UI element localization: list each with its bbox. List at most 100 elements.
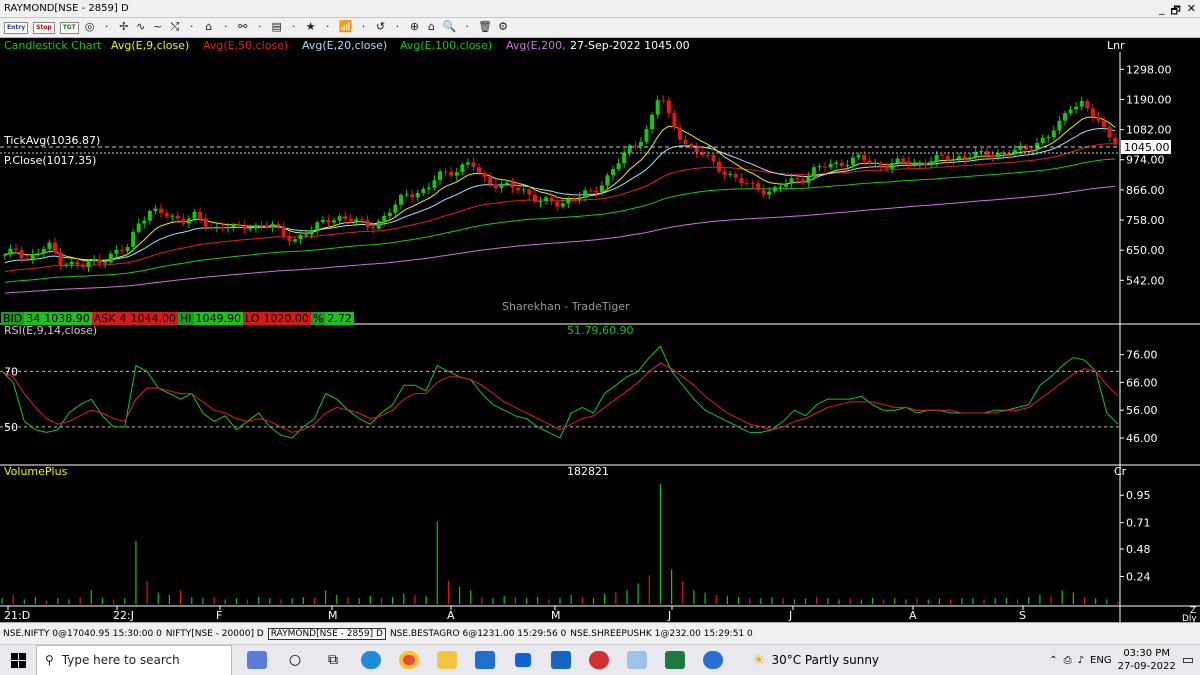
volume-axis-label: 0.24 <box>1126 571 1151 584</box>
zoom-icon[interactable]: ⊕ <box>408 20 420 35</box>
taskbar-clock[interactable]: 03:30 PM 27-09-2022 <box>1118 647 1176 673</box>
candle-body <box>856 154 861 158</box>
ma200-line <box>4 185 1116 294</box>
candle-body <box>53 242 58 253</box>
candle-body <box>348 218 353 222</box>
paint-icon[interactable] <box>618 645 656 675</box>
news-widget-icon[interactable] <box>238 645 276 675</box>
symbol-tab[interactable]: NIFTY[NSE - 20000] D <box>166 629 264 639</box>
drawing-curve-icon[interactable]: ~ <box>152 20 164 35</box>
target-order-button[interactable]: TGT <box>59 21 79 34</box>
candle-body <box>259 225 264 227</box>
candle-body <box>225 227 230 229</box>
candle-body <box>650 114 655 130</box>
date-price-readout: 27-Sep-2022 1045.00 <box>570 39 690 52</box>
language-indicator[interactable]: ENG <box>1090 655 1112 666</box>
chart-area[interactable]: 70 50 76.00 66.00 56.00 46.00 0.95 0.71 0.48 0.2… <box>0 38 1200 624</box>
shapes-icon[interactable]: ⌂ <box>203 20 215 35</box>
refresh-icon[interactable]: ↺ <box>374 20 386 35</box>
tray-network-icon[interactable]: ⎙ <box>1064 655 1072 666</box>
task-view-icon[interactable]: ⧉ <box>314 645 352 675</box>
x-axis-label: S <box>1019 609 1026 622</box>
indicator-icon[interactable]: 📶 <box>339 20 353 35</box>
chrome-icon[interactable] <box>390 645 428 675</box>
edge-icon[interactable] <box>352 645 390 675</box>
search-icon[interactable]: 🔍 <box>442 20 456 35</box>
candle-body <box>64 264 69 266</box>
tray-speaker-icon[interactable]: ♪ <box>1078 655 1084 666</box>
candle-body <box>1029 149 1034 151</box>
bid-label: BID <box>1 312 25 325</box>
delete-icon[interactable]: 🗑 <box>478 20 492 35</box>
weather-widget[interactable]: ☀ 30°C Partly sunny <box>752 651 879 669</box>
fibonacci-icon[interactable]: ⤭ <box>169 20 181 35</box>
stop-order-button[interactable]: Stop <box>33 21 55 34</box>
settings-icon[interactable]: ⚙ <box>497 20 509 35</box>
notifications-icon[interactable]: ▭ <box>1182 653 1194 668</box>
tick-avg-label: TickAvg(1036.87) <box>3 134 100 147</box>
toolbar-separator: · <box>189 20 194 33</box>
ma20-legend: Avg(E,20,close) <box>302 39 388 52</box>
candle-body <box>778 186 783 188</box>
candle-body <box>834 162 839 164</box>
candle-body <box>655 100 660 115</box>
candle-body <box>1035 142 1040 150</box>
candle-body <box>739 177 744 184</box>
symbol-tab[interactable]: NSE.SHREEPUSHK 1@232.00 15:29:51 0 <box>570 629 752 639</box>
candle-body <box>633 145 638 147</box>
app-s-icon[interactable] <box>542 645 580 675</box>
crosshair-icon[interactable]: ◎ <box>84 20 96 35</box>
help-icon[interactable] <box>694 645 732 675</box>
candle-body <box>404 194 409 196</box>
candle-body <box>493 184 498 189</box>
candle-body <box>510 182 515 188</box>
rsi-lines: 70 50 76.00 66.00 56.00 46.00 <box>0 345 1158 445</box>
candle-body <box>733 173 738 178</box>
alert-icon[interactable]: ⌂ <box>425 20 437 35</box>
change-pct-value: 2.72 <box>325 312 354 325</box>
candle-body <box>214 226 219 228</box>
cortana-icon[interactable]: ○ <box>276 645 314 675</box>
candle-body <box>560 203 565 207</box>
system-tray: ⌃ ⎙ ♪ ENG 03:30 PM 27-09-2022 ▭ <box>1049 647 1200 673</box>
taskbar-search-box[interactable]: ⚲ Type here to search <box>36 644 232 675</box>
candle-body <box>477 167 482 173</box>
candle-body <box>839 162 844 167</box>
candle-body <box>1040 137 1045 143</box>
x-axis-label: A <box>447 609 455 622</box>
chart-canvas[interactable]: 70 50 76.00 66.00 56.00 46.00 0.95 0.71 0.48 0.2… <box>0 38 1200 624</box>
start-button[interactable] <box>0 645 36 675</box>
favorite-icon[interactable]: ★ <box>305 20 317 35</box>
ask-price: 1044.00 <box>128 312 178 325</box>
candle-body <box>125 246 130 251</box>
candle-body <box>795 178 800 180</box>
symbol-tab[interactable]: NSE.BESTAGRO 6@1231.00 15:29:56 0 <box>390 629 566 639</box>
tray-chevron-icon[interactable]: ⌃ <box>1049 655 1057 666</box>
entry-order-button[interactable]: Entry <box>4 21 29 34</box>
candle-body <box>92 259 97 262</box>
dropbox-icon[interactable] <box>504 645 542 675</box>
link-icon[interactable]: ⚯ <box>237 20 249 35</box>
volume-bars: 0.95 0.71 0.48 0.24 <box>1 483 1151 604</box>
rsi-axis-label: 76.00 <box>1126 349 1158 362</box>
candle-body <box>220 226 225 229</box>
candle-body <box>482 172 487 177</box>
candle-body <box>326 220 331 223</box>
symbol-tab-active[interactable]: RAYMOND[NSE - 2859] D <box>267 627 386 640</box>
excel-icon[interactable] <box>656 645 694 675</box>
prev-close-label: P.Close(1017.35) <box>4 154 96 167</box>
scale-type[interactable]: Lnr <box>1107 39 1125 52</box>
candle-body <box>131 231 136 247</box>
periodicity-corner[interactable]: Dly <box>1182 614 1197 624</box>
candle-body <box>80 264 85 268</box>
file-explorer-icon[interactable] <box>428 645 466 675</box>
candle-body <box>1090 108 1095 117</box>
candle-body <box>962 156 967 159</box>
mail-icon[interactable] <box>466 645 504 675</box>
layout-icon[interactable]: ▤ <box>271 20 283 35</box>
candle-body <box>845 164 850 167</box>
drawing-line-icon[interactable]: ∿ <box>135 20 147 35</box>
move-icon[interactable]: ✢ <box>118 20 130 35</box>
symbol-tab[interactable]: NSE.NIFTY 0@17040.95 15:30:00 0 <box>3 629 162 639</box>
tradetiger-icon[interactable] <box>580 645 618 675</box>
